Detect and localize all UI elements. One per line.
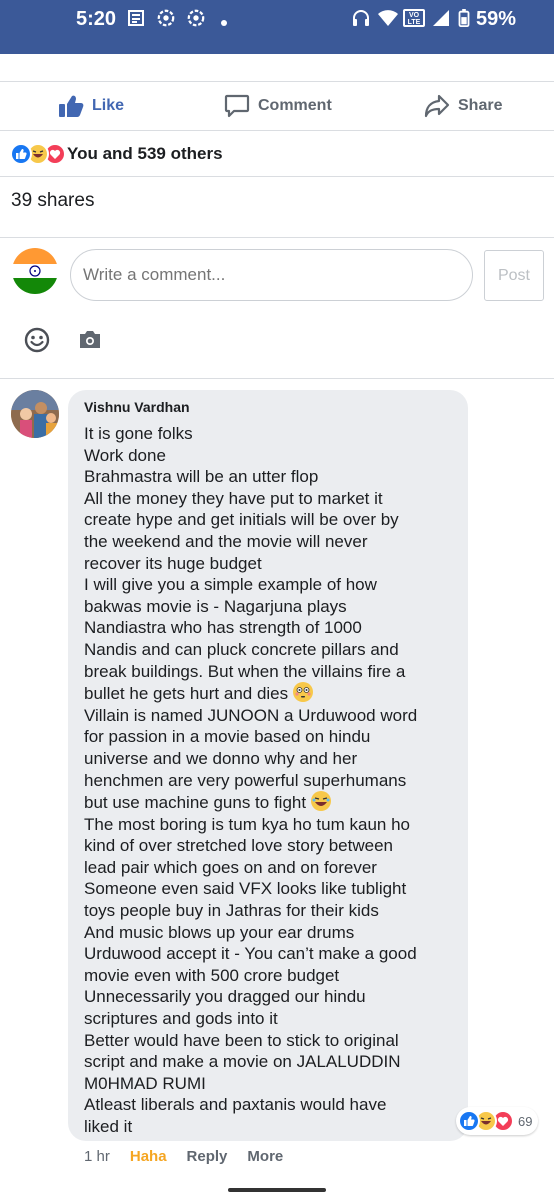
battery-icon	[458, 9, 470, 27]
comment-line: bullet he gets hurt and dies	[84, 684, 289, 704]
share-button[interactable]: Share	[424, 92, 502, 120]
comment-line: It is gone folks	[84, 424, 193, 443]
divider	[0, 378, 554, 379]
comment-line: recover its huge budget	[84, 553, 262, 573]
share-arrow-icon	[424, 94, 450, 118]
camera-icon[interactable]	[78, 328, 102, 350]
comment-line: Villain is named JUNOON a Urduwood word	[84, 705, 418, 725]
news-icon	[128, 10, 144, 26]
comment-line: movie even with 500 crore budget	[84, 965, 340, 985]
comment-line: Urduwood accept it - You can’t make a go…	[84, 944, 417, 964]
volte-badge: VO LTE	[403, 9, 425, 27]
comment-meta: 1 hr Haha Reply More	[84, 1148, 303, 1165]
comment-line-with-emoji: but use machine guns to fight	[84, 791, 460, 814]
sync-icon	[157, 9, 175, 27]
comment-button[interactable]: Comment	[224, 92, 332, 120]
wifi-icon	[378, 10, 398, 26]
like-icon	[10, 143, 32, 165]
comment-line-with-emoji: bullet he gets hurt and dies	[84, 682, 460, 705]
post-button[interactable]: Post	[484, 250, 544, 301]
status-bar: 5:20 VO LTE 59%	[0, 0, 554, 54]
comment-line: for passion in a movie based on hindu	[84, 727, 371, 747]
divider	[0, 176, 554, 177]
comment-line: Someone even said VFX looks like tubligh…	[84, 879, 407, 899]
headphones-icon	[353, 10, 369, 26]
comment-line: the weekend and the movie will never	[84, 531, 368, 551]
comment-label: Comment	[258, 97, 332, 114]
laughing-face-emoji-icon	[310, 791, 331, 812]
more-button[interactable]: More	[247, 1148, 283, 1165]
comment-line: break buildings. But when the villains f…	[84, 661, 406, 681]
comment-icon	[224, 94, 250, 118]
shares-count[interactable]: 39 shares	[11, 190, 94, 212]
battery-percent: 59%	[476, 8, 517, 30]
comment-line: Atleast liberals and paxtanis would have	[84, 1095, 387, 1115]
home-gesture-handle[interactable]	[228, 1188, 326, 1192]
comment-input[interactable]	[70, 249, 473, 301]
post-action-bar: Like Comment Share	[0, 82, 554, 130]
current-user-avatar[interactable]	[12, 248, 58, 294]
comment-line: lead pair which goes on and on forever	[84, 857, 377, 877]
divider	[0, 130, 554, 131]
comment-line: kind of over stretched love story betwee…	[84, 836, 393, 856]
comment-bubble[interactable]: Vishnu Vardhan It is gone folks Work don…	[68, 390, 468, 1141]
comment-line: create hype and get initials will be ove…	[84, 510, 399, 530]
reactions-summary[interactable]: You and 539 others	[10, 142, 223, 166]
comment-line: but use machine guns to fight	[84, 793, 307, 813]
comment-line: M0HMAD RUMI	[84, 1073, 206, 1093]
comment-line: Brahmastra will be an utter flop	[84, 467, 319, 487]
commenter-avatar[interactable]	[11, 390, 59, 438]
comment-line: Nandiastra who has strength of 1000	[84, 618, 362, 638]
haha-reaction-button[interactable]: Haha	[130, 1148, 167, 1165]
comment-reactions[interactable]: 69	[456, 1107, 539, 1135]
comment-line: And music blows up your ear drums	[84, 922, 355, 942]
comment-line: script and make a movie on JALALUDDIN	[84, 1052, 401, 1072]
comment-author[interactable]: Vishnu Vardhan	[84, 399, 190, 415]
comment-line: Unnecessarily you dragged our hindu	[84, 987, 366, 1007]
comment-line: Better would have been to stick to origi…	[84, 1030, 399, 1050]
emoji-icon[interactable]	[24, 327, 50, 353]
comment-text: It is gone folks Work done Brahmastra wi…	[84, 423, 460, 1138]
comment-line: Nandis and can pluck concrete pillars an…	[84, 639, 399, 659]
comment-line: henchmen are very powerful superhumans	[84, 770, 407, 790]
system-nav-bar	[0, 1170, 554, 1200]
share-label: Share	[458, 97, 503, 114]
like-button[interactable]: Like	[58, 92, 124, 120]
comment-line: All the money they have put to market it	[84, 488, 383, 508]
status-time: 5:20	[76, 8, 117, 30]
reply-button[interactable]: Reply	[187, 1148, 228, 1165]
like-label: Like	[92, 97, 125, 114]
signal-icon	[433, 10, 449, 26]
comment-line: The most boring is tum kya ho tum kaun h…	[84, 814, 410, 834]
comment-line: Work done	[84, 445, 166, 465]
comment-line: scriptures and gods into it	[84, 1009, 278, 1029]
divider	[0, 237, 554, 238]
comment-line: liked it	[84, 1117, 133, 1136]
like-icon	[458, 1110, 480, 1132]
notification-dot-icon	[221, 20, 227, 26]
comment-line: universe and we donno why and her	[84, 748, 358, 768]
thumbs-up-icon	[59, 95, 84, 117]
reactions-summary-text: You and 539 others	[67, 144, 223, 163]
sync-icon-2	[187, 9, 205, 27]
comment-reaction-count: 69	[518, 1113, 533, 1129]
comment-line: I will give you a simple example of how	[84, 575, 377, 595]
flushed-face-emoji-icon	[292, 682, 313, 703]
comment-line: toys people buy in Jathras for their kid…	[84, 901, 379, 921]
comment-time: 1 hr	[84, 1148, 110, 1165]
comment-line: bakwas movie is - Nagarjuna plays	[84, 596, 347, 616]
